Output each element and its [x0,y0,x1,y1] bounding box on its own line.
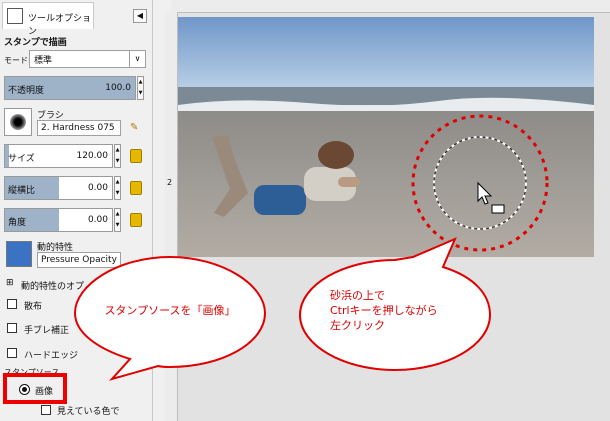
sample-merged-label: 見えている色で [57,407,120,417]
angle-slider[interactable]: 角度 0.00 [4,208,113,232]
angle-label: 角度 [8,218,27,228]
horizontal-ruler[interactable] [171,0,610,13]
right-callout-line1: 砂浜の上で [330,289,385,302]
expand-icon[interactable]: ⊞ [6,278,14,288]
reset-angle-icon[interactable] [130,213,142,227]
brush-preview[interactable] [4,108,32,136]
dock-menu-button[interactable]: ◀ [133,9,147,23]
mode-label: モード: [4,56,31,65]
tool-title: スタンプで描画 [4,38,67,48]
arm [338,177,360,187]
brush-shape-icon [10,114,26,130]
reset-aspect-icon[interactable] [130,181,142,195]
shorts [254,185,306,215]
right-callout-line3: 左クリック [330,319,385,332]
smooth-label: 手ブレ補正 [24,326,70,336]
chevron-down-icon: ∨ [129,51,145,67]
opacity-label: 不透明度 [8,86,45,96]
opacity-slider[interactable]: 不透明度 100.0 [4,76,136,100]
hair [318,141,354,169]
clone-stamp-cursor-icon [491,204,505,214]
mode-value: 標準 [34,56,53,66]
size-value: 120.00 [76,151,109,161]
opacity-value: 100.0 [105,83,131,93]
tab-label: ツールオプション [28,14,92,37]
aspect-spinner[interactable]: ▲ ▼ [114,176,121,200]
aspect-value: 0.00 [87,183,108,193]
left-callout-shape [73,255,267,381]
opacity-spinner[interactable]: ▲ ▼ [137,76,144,100]
size-label: サイズ [8,154,35,164]
angle-value: 0.00 [87,215,108,225]
size-slider[interactable]: サイズ 120.00 [4,144,113,168]
right-callout-line2: Ctrlキーを押しながら [330,304,438,317]
scatter-checkbox[interactable] [7,299,17,309]
hard-edge-checkbox[interactable] [7,348,17,358]
dynamics-preview-icon[interactable] [6,241,32,267]
brush-name-field[interactable]: 2. Hardness 075 [37,120,121,136]
left-callout-bubble [73,255,267,381]
sky [178,17,594,89]
aspect-ratio-slider[interactable]: 縦横比 0.00 [4,176,113,200]
mode-select[interactable]: 標準 ∨ [29,50,146,68]
edit-brush-icon[interactable]: ✎ [130,122,142,134]
clone-tool-icon [7,8,23,24]
angle-spinner[interactable]: ▲ ▼ [114,208,121,232]
left-callout-text: スタンプソースを「画像」 [104,304,236,317]
size-spinner[interactable]: ▲ ▼ [114,144,121,168]
smooth-checkbox[interactable] [7,323,17,333]
right-callout-text: 砂浜の上で Ctrlキーを押しながら 左クリック [330,288,470,333]
reset-size-icon[interactable] [130,149,142,163]
sample-merged-checkbox[interactable] [41,405,51,415]
aspect-label: 縦横比 [8,186,36,196]
scatter-label: 散布 [24,302,43,312]
highlight-box [3,373,67,404]
ruler-mark: 2 [167,178,173,187]
tab-tool-options[interactable]: ツールオプション [2,2,94,37]
